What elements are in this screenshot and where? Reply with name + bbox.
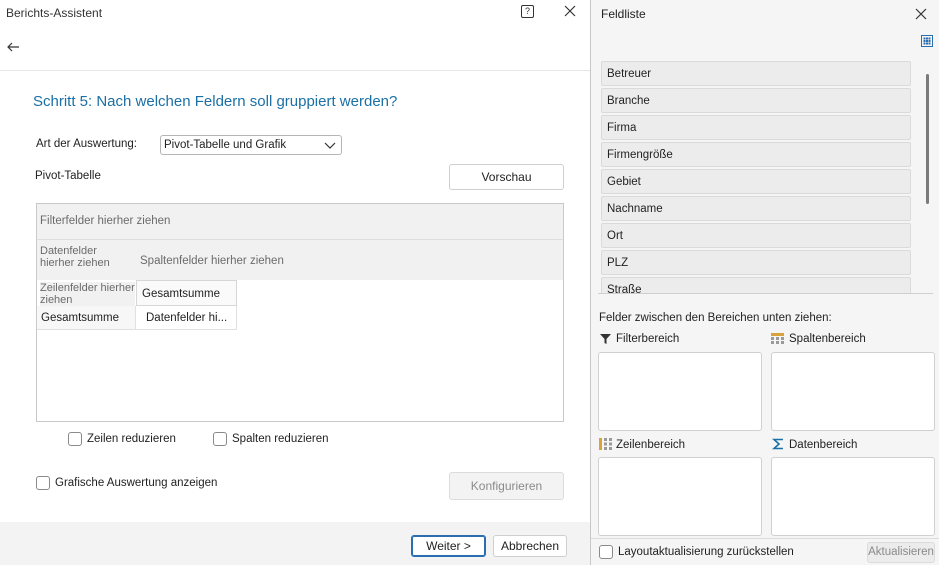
field-item-label: Nachname (607, 203, 663, 215)
data-area-label: Datenbereich (789, 439, 858, 451)
pivot-table-label: Pivot-Tabelle (35, 170, 101, 182)
field-item-label: Branche (607, 95, 650, 107)
field-item-firma[interactable]: Firma (601, 115, 911, 140)
columns-area-label: Spaltenbereich (789, 333, 866, 345)
footer-divider (591, 538, 939, 539)
data-cell: Datenfelder hi... (136, 306, 237, 330)
drag-hint: Felder zwischen den Bereichen unten zieh… (599, 312, 832, 324)
window-title: Berichts-Assistent (6, 6, 103, 20)
reduce-columns-checkbox[interactable]: Spalten reduzieren (213, 432, 329, 448)
field-item-plz[interactable]: PLZ (601, 250, 911, 275)
columns-area-box[interactable] (771, 352, 935, 431)
wizard-titlebar: Berichts-Assistent ? (0, 0, 590, 26)
header-divider (0, 70, 590, 71)
reduce-columns-label: Spalten reduzieren (232, 433, 329, 445)
field-item-nachname[interactable]: Nachname (601, 196, 911, 221)
field-item-label: PLZ (607, 257, 629, 269)
field-item-firmengroesse[interactable]: Firmengröße (601, 142, 911, 167)
row-grand-total-label: Gesamtsumme (41, 312, 119, 324)
field-item-strasse[interactable]: Straße (601, 277, 911, 294)
field-item-label: Gebiet (607, 176, 641, 188)
data-drop-zone[interactable]: Datenfelder hierher ziehen (40, 245, 130, 269)
field-list-panel: Feldliste Betreuer Branche Firma Firmeng… (590, 0, 939, 565)
data-cell-label: Datenfelder hi... (146, 312, 228, 324)
filter-area-label: Filterbereich (616, 333, 680, 345)
checkbox-box[interactable] (36, 476, 50, 490)
help-icon[interactable]: ? (521, 5, 534, 18)
field-item-gebiet[interactable]: Gebiet (601, 169, 911, 194)
field-item-label: Straße (607, 284, 642, 294)
checkbox-box[interactable] (68, 432, 82, 446)
field-list-box[interactable]: Betreuer Branche Firma Firmengröße Gebie… (598, 59, 933, 294)
row-grand-total: Gesamtsumme (37, 306, 136, 330)
columns-icon (771, 333, 784, 344)
field-item-label: Betreuer (607, 68, 652, 80)
pivot-body-row: Gesamtsumme Datenfelder hi... (37, 306, 563, 330)
rows-area-box[interactable] (598, 457, 762, 536)
defer-layout-label: Layoutaktualisierung zurückstellen (618, 546, 794, 558)
configure-button[interactable]: Konfigurieren (449, 472, 564, 500)
field-item-label: Firmengröße (607, 149, 673, 161)
field-item-branche[interactable]: Branche (601, 88, 911, 113)
field-item-betreuer[interactable]: Betreuer (601, 61, 911, 86)
update-button[interactable]: Aktualisieren (867, 542, 935, 563)
data-area-box[interactable] (771, 457, 935, 536)
checkbox-box[interactable] (213, 432, 227, 446)
next-button[interactable]: Weiter > (411, 535, 486, 557)
step-title: Schritt 5: Nach welchen Feldern soll gru… (33, 93, 398, 110)
evaluation-type-select[interactable]: Pivot-Tabelle und Grafik (160, 135, 342, 155)
field-list-title: Feldliste (601, 7, 646, 21)
filter-area-box[interactable] (598, 352, 762, 431)
pivot-table-area: Filterfelder hierher ziehen Datenfelder … (36, 203, 564, 422)
close-icon[interactable] (913, 6, 929, 22)
field-item-label: Ort (607, 230, 623, 242)
filter-drop-zone[interactable]: Filterfelder hierher ziehen (37, 204, 563, 240)
column-drop-zone[interactable]: Spaltenfelder hierher ziehen (140, 255, 284, 267)
row-header-row: Zeilenfelder hierher ziehen Gesamtsumme (37, 280, 563, 306)
checkbox-box[interactable] (599, 545, 613, 559)
layout-options-icon[interactable] (921, 35, 933, 47)
field-item-label: Firma (607, 122, 637, 134)
report-wizard-window: Berichts-Assistent ? Schritt 5: Nach wel… (0, 0, 590, 565)
cancel-button[interactable]: Abbrechen (493, 535, 567, 557)
column-grand-total: Gesamtsumme (136, 280, 237, 306)
evaluation-type-label: Art der Auswertung: (36, 138, 137, 150)
column-grand-total-label: Gesamtsumme (142, 288, 220, 300)
filter-drop-label: Filterfelder hierher ziehen (40, 215, 171, 227)
reduce-rows-label: Zeilen reduzieren (87, 433, 176, 445)
close-icon[interactable] (562, 3, 578, 19)
reduce-rows-checkbox[interactable]: Zeilen reduzieren (68, 432, 178, 448)
rows-icon (599, 438, 612, 450)
show-graphic-checkbox[interactable]: Grafische Auswertung anzeigen (36, 476, 218, 492)
back-arrow-icon[interactable] (5, 39, 21, 55)
defer-layout-checkbox[interactable]: Layoutaktualisierung zurückstellen (599, 545, 799, 561)
rows-area-label: Zeilenbereich (616, 439, 686, 451)
header-drop-row: Datenfelder hierher ziehen Spaltenfelder… (37, 240, 563, 280)
row-drop-zone[interactable]: Zeilenfelder hierher ziehen (40, 282, 135, 306)
chevron-down-icon (324, 142, 336, 149)
evaluation-type-value: Pivot-Tabelle und Grafik (164, 139, 287, 151)
preview-button[interactable]: Vorschau (449, 164, 564, 190)
filter-icon (600, 334, 611, 344)
field-item-ort[interactable]: Ort (601, 223, 911, 248)
field-list-scrollbar[interactable] (926, 74, 929, 204)
show-graphic-label: Grafische Auswertung anzeigen (55, 477, 218, 489)
sigma-icon (772, 438, 783, 450)
